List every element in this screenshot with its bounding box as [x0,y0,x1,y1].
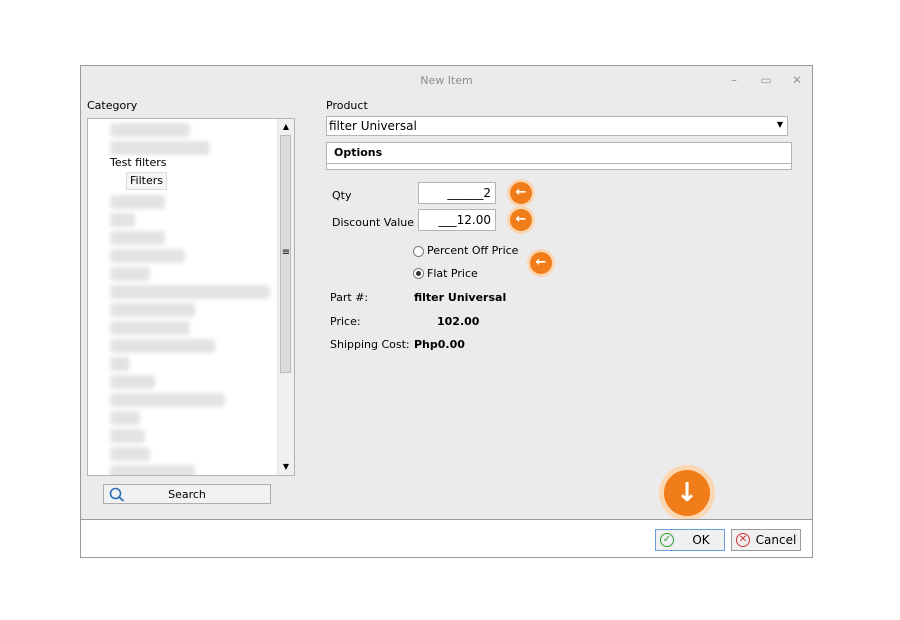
blurred-item [110,231,165,245]
radio-flat-price-label: Flat Price [427,267,478,280]
category-label: Category [87,99,138,112]
scroll-up-icon[interactable]: ▲ [278,120,294,134]
blurred-item [110,375,155,389]
shipping-label: Shipping Cost: [330,338,410,351]
options-divider [327,163,791,164]
price-label: Price: [330,315,361,328]
maximize-icon[interactable]: ▭ [756,71,776,89]
part-value: filter Universal [414,291,507,304]
scroll-down-icon[interactable]: ▼ [278,460,294,474]
discount-field[interactable]: ___12.00 [418,209,496,231]
window-title: New Item [420,74,473,87]
blurred-item [110,447,150,461]
ok-label: OK [692,533,710,547]
cancel-icon: ✕ [736,533,750,547]
options-header: Options [334,146,383,159]
blurred-item [110,339,215,353]
shipping-value: Php0.00 [414,338,465,351]
title-bar: New Item – ▭ ✕ [81,66,812,96]
search-label: Search [168,488,206,501]
blurred-item [110,357,130,371]
price-value: 102.00 [437,315,480,328]
new-item-dialog: New Item – ▭ ✕ Category Test filters Fil… [80,65,813,558]
radio-flat-price[interactable] [413,268,424,279]
arrow-down-icon: ↓ [664,470,710,516]
category-scrollbar[interactable]: ▲ ≡ ▼ [277,119,294,475]
part-label: Part #: [330,291,369,304]
blurred-item [110,195,165,209]
discount-label: Discount Value [332,216,414,229]
arrow-left-icon: ← [530,252,552,274]
blurred-item [110,303,195,317]
product-selected-value: filter Universal [329,119,417,133]
blurred-item [110,393,225,407]
options-panel: Options [326,142,792,170]
blurred-item [110,267,150,281]
dialog-footer: ✓ OK ✕ Cancel [81,519,812,557]
blurred-item [110,213,135,227]
cancel-label: Cancel [755,533,797,547]
check-icon: ✓ [660,533,674,547]
arrow-left-icon: ← [510,182,532,204]
blurred-item [110,411,140,425]
blurred-item [110,321,190,335]
minimize-icon[interactable]: – [724,71,744,89]
qty-label: Qty [332,189,352,202]
product-dropdown[interactable]: filter Universal ▼ [326,116,788,136]
cancel-button[interactable]: ✕ Cancel [731,529,801,551]
blurred-item [110,465,195,475]
qty-field[interactable]: ______2 [418,182,496,204]
chevron-down-icon[interactable]: ▼ [777,120,783,129]
radio-percent-off-label: Percent Off Price [427,244,519,257]
tree-item-filters[interactable]: Filters [126,172,167,190]
blurred-item [110,123,190,137]
close-icon[interactable]: ✕ [787,71,807,89]
search-button[interactable]: Search [103,484,271,504]
blurred-item [110,285,270,299]
grip-icon: ≡ [281,247,291,258]
blurred-item [110,429,145,443]
tree-item-filters-label: Filters [130,174,163,187]
blurred-item [110,141,210,155]
tree-item-test-filters[interactable]: Test filters [110,156,166,169]
ok-button[interactable]: ✓ OK [655,529,725,551]
product-label: Product [326,99,368,112]
arrow-left-icon: ← [510,209,532,231]
radio-percent-off[interactable] [413,246,424,257]
blurred-item [110,249,185,263]
category-tree[interactable]: Test filters Filters ▲ ≡ ▼ [87,118,295,476]
